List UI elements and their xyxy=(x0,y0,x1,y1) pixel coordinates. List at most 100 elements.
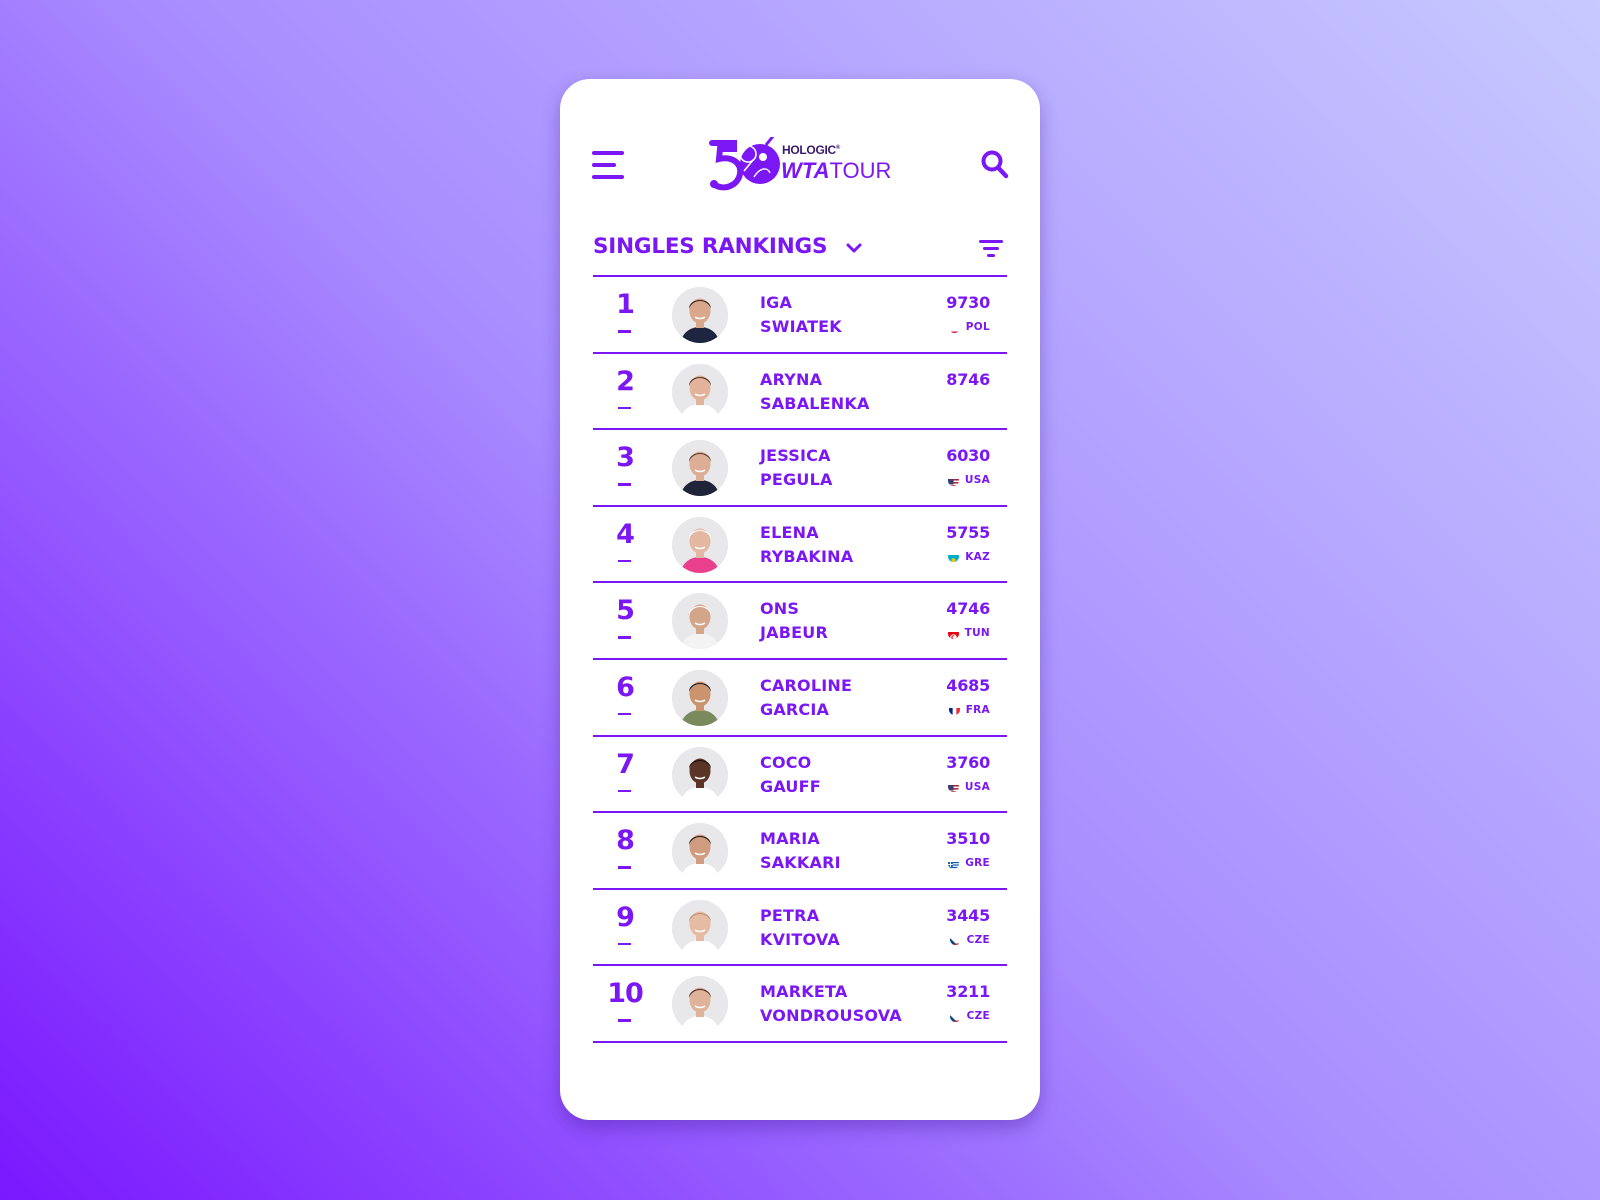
player-avatar[interactable] xyxy=(672,823,728,880)
player-first-name: IGA xyxy=(760,293,793,312)
player-photo-icon xyxy=(672,440,728,497)
player-first-name: CAROLINE xyxy=(760,675,853,695)
filter-icon xyxy=(979,240,1003,243)
filter-button[interactable] xyxy=(979,240,1003,258)
ranking-row-2[interactable]: 2 ARYNA SABALENKA 8746 xyxy=(593,354,1007,431)
player-photo-icon xyxy=(672,669,728,726)
player-avatar[interactable] xyxy=(672,593,728,650)
player-last-name[interactable]: GAUFF xyxy=(760,777,821,796)
filter-icon-line xyxy=(987,254,995,257)
usa-flag-icon xyxy=(947,781,959,793)
rank-movement-indicator xyxy=(618,636,631,639)
country-code: CZE xyxy=(966,933,990,946)
player-first-name: JESSICA xyxy=(760,446,831,466)
player-avatar[interactable] xyxy=(672,669,728,726)
ranking-row-10[interactable]: 10 MARKETA VONDROUSOVA 3211 CZE xyxy=(593,966,1007,1043)
ranking-points: 5755 xyxy=(946,522,990,542)
player-avatar[interactable] xyxy=(672,516,728,573)
rank-number: 1 xyxy=(616,289,635,320)
player-last-name[interactable]: JABEUR xyxy=(760,623,828,642)
player-avatar[interactable] xyxy=(672,899,728,956)
player-photo-icon xyxy=(672,823,728,880)
player-country: GRE xyxy=(948,857,990,869)
player-last-name[interactable]: KVITOVA xyxy=(760,930,840,949)
player-photo-icon xyxy=(672,363,728,420)
player-avatar[interactable] xyxy=(672,363,728,420)
ranking-points: 3510 xyxy=(946,829,990,849)
player-last-name[interactable]: SWIATEK xyxy=(760,317,842,336)
country-code: USA xyxy=(964,780,990,793)
czechia-flag-icon xyxy=(949,934,961,946)
app-header: HOLOGIC® WTATOUR xyxy=(560,79,1040,249)
country-code: GRE xyxy=(965,857,990,870)
search-icon xyxy=(981,150,1009,179)
rank-movement-indicator xyxy=(618,789,631,793)
player-first-name: MARKETA xyxy=(760,982,848,1002)
ranking-row-6[interactable]: 6 CAROLINE GARCIA 4685 FRA xyxy=(593,660,1007,737)
ranking-points: 3445 xyxy=(946,905,990,925)
player-avatar[interactable] xyxy=(672,746,728,803)
country-code: FRA xyxy=(965,703,990,716)
rank-number: 4 xyxy=(616,518,635,550)
country-code: POL xyxy=(965,321,990,333)
player-photo-icon xyxy=(672,287,728,343)
player-photo-icon xyxy=(672,976,728,1033)
player-avatar[interactable] xyxy=(672,440,728,497)
rank-number: 5 xyxy=(616,595,635,627)
hamburger-menu-icon-line xyxy=(592,163,616,167)
ranking-points: 3211 xyxy=(946,982,990,1002)
player-country: TUN xyxy=(947,627,990,640)
poland-flag-icon xyxy=(948,322,960,333)
player-first-name: COCO xyxy=(760,752,812,772)
player-last-name[interactable]: PEGULA xyxy=(760,470,833,489)
ranking-points: 3760 xyxy=(946,752,990,772)
player-avatar[interactable] xyxy=(672,287,728,343)
wta-50-anniversary-icon xyxy=(709,137,780,191)
ranking-row-5[interactable]: 5 ONS JABEUR 4746 TUN xyxy=(593,583,1007,660)
player-photo-icon xyxy=(672,899,728,956)
czechia-flag-icon xyxy=(949,1011,961,1022)
brand-logo-text: WTATOUR xyxy=(781,158,892,183)
menu-button[interactable] xyxy=(592,151,626,181)
player-last-name[interactable]: VONDROUSOVA xyxy=(760,1006,902,1025)
player-last-name[interactable]: SAKKARI xyxy=(760,853,841,872)
player-first-name: ELENA xyxy=(760,522,819,542)
ranking-points: 9730 xyxy=(946,293,990,312)
ranking-row-1[interactable]: 1 IGA SWIATEK 9730 POL xyxy=(593,277,1007,354)
rank-movement-indicator xyxy=(618,559,631,563)
france-flag-icon xyxy=(948,704,960,716)
sponsor-logo-text: HOLOGIC® xyxy=(782,143,841,157)
ranking-row-4[interactable]: 4 ELENA RYBAKINA 5755 KAZ xyxy=(593,507,1007,584)
player-avatar[interactable] xyxy=(672,976,728,1033)
ranking-row-7[interactable]: 7 COCO GAUFF 3760 USA xyxy=(593,737,1007,814)
kazakhstan-flag-icon xyxy=(948,551,960,563)
country-code: USA xyxy=(964,474,990,487)
ranking-row-8[interactable]: 8 MARIA SAKKARI 3510 GRE xyxy=(593,813,1007,890)
player-photo-icon xyxy=(672,516,728,573)
rankings-type-toggle[interactable] xyxy=(845,240,863,254)
section-header: SINGLES RANKINGS xyxy=(593,234,1007,278)
search-button[interactable] xyxy=(980,149,1010,181)
ranking-points: 6030 xyxy=(946,446,990,466)
player-last-name[interactable]: GARCIA xyxy=(760,700,829,719)
rank-movement-indicator xyxy=(618,330,631,333)
ranking-row-9[interactable]: 9 PETRA KVITOVA 3445 CZE xyxy=(593,890,1007,967)
usa-flag-icon xyxy=(947,475,959,486)
player-country: CZE xyxy=(949,1010,990,1022)
ranking-row-3[interactable]: 3 JESSICA PEGULA 6030 USA xyxy=(593,430,1007,507)
player-photo-icon xyxy=(672,746,728,803)
player-last-name[interactable]: SABALENKA xyxy=(760,394,870,413)
rank-number: 10 xyxy=(607,978,644,1010)
player-country: POL xyxy=(948,321,990,333)
rank-number: 2 xyxy=(616,365,635,397)
wta-tour-logo[interactable]: HOLOGIC® WTATOUR xyxy=(708,137,898,191)
rank-movement-indicator xyxy=(618,866,631,869)
player-last-name[interactable]: RYBAKINA xyxy=(760,547,853,566)
player-country: USA xyxy=(947,474,990,487)
player-first-name: PETRA xyxy=(760,905,820,925)
player-first-name: MARIA xyxy=(760,829,820,849)
rankings-type-dropdown[interactable]: SINGLES RANKINGS xyxy=(593,234,827,259)
ranking-points: 4685 xyxy=(946,675,990,695)
country-code: TUN xyxy=(964,627,990,640)
greece-flag-icon xyxy=(948,858,960,869)
